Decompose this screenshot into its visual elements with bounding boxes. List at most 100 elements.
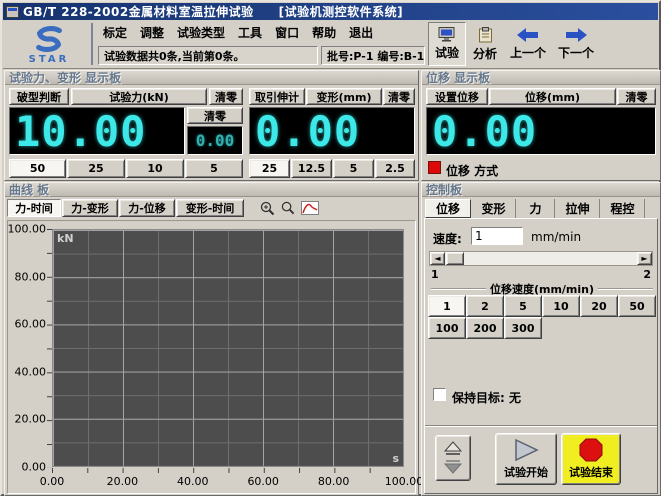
- speed-5-button[interactable]: 5: [504, 295, 542, 317]
- toolbar-previous-button[interactable]: 上一个: [504, 22, 552, 66]
- play-triangle-icon: [513, 438, 539, 462]
- speed-2-button[interactable]: 2: [466, 295, 504, 317]
- tab-force-deform[interactable]: 力-变形: [62, 199, 118, 217]
- peak-force-display: 0.00: [187, 126, 243, 155]
- deform-value-display: 0.00: [249, 107, 415, 155]
- curve-view-button[interactable]: [299, 199, 321, 217]
- menu-tools[interactable]: 工具: [238, 24, 262, 41]
- peak-clear-button[interactable]: 清零: [187, 107, 243, 124]
- chart-plot-area: kN s: [52, 229, 404, 467]
- slider-left-arrow[interactable]: ◄: [430, 252, 445, 265]
- x-tick-label: 40.00: [177, 475, 209, 488]
- displacement-clear-button[interactable]: 清零: [617, 88, 656, 105]
- zoom-out-button[interactable]: [279, 199, 297, 217]
- force-range-5-button[interactable]: 5: [185, 159, 243, 178]
- menu-exit[interactable]: 退出: [349, 24, 373, 41]
- stop-octagon-icon: [579, 438, 603, 462]
- displacement-mode-label: 位移 方式: [446, 162, 498, 179]
- menubar: 标定 调整 试验类型 工具 窗口 帮助 退出: [103, 24, 373, 40]
- extensometer-button[interactable]: 取引伸计: [249, 88, 305, 105]
- displacement-value-display: 0.00: [426, 107, 656, 155]
- deform-range-5-button[interactable]: 5: [333, 159, 374, 178]
- chart: 100.00 80.00 60.00 40.00 20.00 0.00 kN s…: [7, 220, 416, 494]
- deform-range-12.5-button[interactable]: 12.5: [291, 159, 332, 178]
- chart-x-axis-labels: 0.00 20.00 40.00 60.00 80.00 100.00: [52, 475, 404, 488]
- toolbar: 试验 分析 上一个 下一个: [428, 22, 600, 68]
- control-tab-content: 速度: mm/min ◄ ► 1 2 位移速度(mm/min) 1 2 5 10…: [424, 218, 658, 494]
- legend-line: [431, 288, 486, 290]
- set-displacement-button[interactable]: 设置位移: [426, 88, 488, 105]
- logo-text: STAR: [29, 54, 70, 65]
- ctab-displacement[interactable]: 位移: [425, 199, 471, 218]
- legend-line: [598, 288, 653, 290]
- force-label-button[interactable]: 试验力(kN): [71, 88, 207, 105]
- deform-range-25-button[interactable]: 25: [249, 159, 290, 178]
- test-start-label: 试验开始: [504, 464, 548, 480]
- ctab-tensile[interactable]: 拉伸: [556, 199, 600, 218]
- toolbar-test-button[interactable]: 试验: [428, 22, 466, 66]
- tab-force-displacement[interactable]: 力-位移: [119, 199, 175, 217]
- top-bar: STAR 标定 调整 试验类型 工具 窗口 帮助 退出 试验数据共0条,当前第0…: [3, 20, 658, 69]
- toolbar-next-label: 下一个: [558, 44, 594, 61]
- speed-slider[interactable]: ◄ ►: [429, 251, 653, 266]
- force-range-10-button[interactable]: 10: [126, 159, 184, 178]
- slider-right-arrow[interactable]: ►: [637, 252, 652, 265]
- clipboard-icon: [478, 27, 493, 43]
- test-start-button[interactable]: 试验开始: [495, 433, 557, 485]
- ctab-force[interactable]: 力: [517, 199, 555, 218]
- ctab-deform[interactable]: 变形: [472, 199, 516, 218]
- x-tick-label: 100.00: [385, 475, 424, 488]
- menu-test-type[interactable]: 试验类型: [177, 24, 225, 41]
- tab-deform-time[interactable]: 变形-时间: [176, 199, 244, 217]
- test-stop-button[interactable]: 试验结束: [561, 433, 621, 485]
- x-axis-ticks: [52, 468, 405, 473]
- speed-300-button[interactable]: 300: [504, 317, 542, 339]
- hold-target-checkbox[interactable]: [433, 388, 446, 401]
- deform-clear-button[interactable]: 清零: [383, 88, 415, 105]
- status-data-count: 试验数据共0条,当前第0条。: [98, 46, 318, 65]
- speed-200-button[interactable]: 200: [466, 317, 504, 339]
- window-title: GB/T 228-2002金属材料室温拉伸试验 [试验机测控软件系统]: [23, 3, 403, 20]
- speed-20-button[interactable]: 20: [580, 295, 618, 317]
- y-tick-label: 20.00: [15, 413, 47, 426]
- speed-unit-label: mm/min: [531, 230, 581, 244]
- deform-range-2.5-button[interactable]: 2.5: [375, 159, 415, 178]
- menu-calibrate[interactable]: 标定: [103, 24, 127, 41]
- logo-divider: [91, 23, 94, 65]
- break-judge-button[interactable]: 破型判断: [9, 88, 69, 105]
- menu-help[interactable]: 帮助: [312, 24, 336, 41]
- force-range-25-button[interactable]: 25: [67, 159, 125, 178]
- slider-max-label: 2: [643, 268, 651, 281]
- force-range-50-button[interactable]: 50: [9, 159, 66, 178]
- separator: [425, 425, 657, 427]
- displacement-label-button[interactable]: 位移(mm): [489, 88, 616, 105]
- speed-1-button[interactable]: 1: [428, 295, 466, 317]
- speed-100-button[interactable]: 100: [428, 317, 466, 339]
- toolbar-next-button[interactable]: 下一个: [552, 22, 600, 66]
- toolbar-analyze-button[interactable]: 分析: [466, 22, 504, 66]
- force-deform-panel: 试验力、变形 显示板 破型判断 试验力(kN) 清零 10.00 清零 0.00…: [4, 70, 419, 181]
- test-stop-label: 试验结束: [569, 464, 613, 480]
- magnifier-plus-icon: [260, 201, 275, 216]
- ctab-program[interactable]: 程控: [601, 199, 645, 218]
- star-logo-icon: [32, 24, 66, 54]
- chart-y-axis-labels: 100.00 80.00 60.00 40.00 20.00 0.00: [8, 229, 46, 467]
- y-tick-label: 100.00: [8, 223, 47, 236]
- jog-button[interactable]: [435, 435, 471, 481]
- force-value-display: 10.00: [9, 107, 185, 155]
- deform-label-button[interactable]: 变形(mm): [306, 88, 382, 105]
- zoom-in-button[interactable]: [257, 199, 277, 217]
- hold-target-label: 保持目标: 无: [452, 389, 521, 406]
- speed-50-button[interactable]: 50: [618, 295, 656, 317]
- grid-spacer: [542, 317, 580, 339]
- menu-adjust[interactable]: 调整: [140, 24, 164, 41]
- menu-window[interactable]: 窗口: [275, 24, 299, 41]
- tab-force-time[interactable]: 力-时间: [7, 199, 61, 217]
- grid-spacer: [618, 317, 656, 339]
- speed-10-button[interactable]: 10: [542, 295, 580, 317]
- slider-thumb[interactable]: [446, 252, 464, 265]
- force-clear-button[interactable]: 清零: [209, 88, 243, 105]
- arrow-left-icon: [517, 28, 539, 42]
- x-tick-label: 20.00: [107, 475, 139, 488]
- speed-input[interactable]: [471, 227, 523, 245]
